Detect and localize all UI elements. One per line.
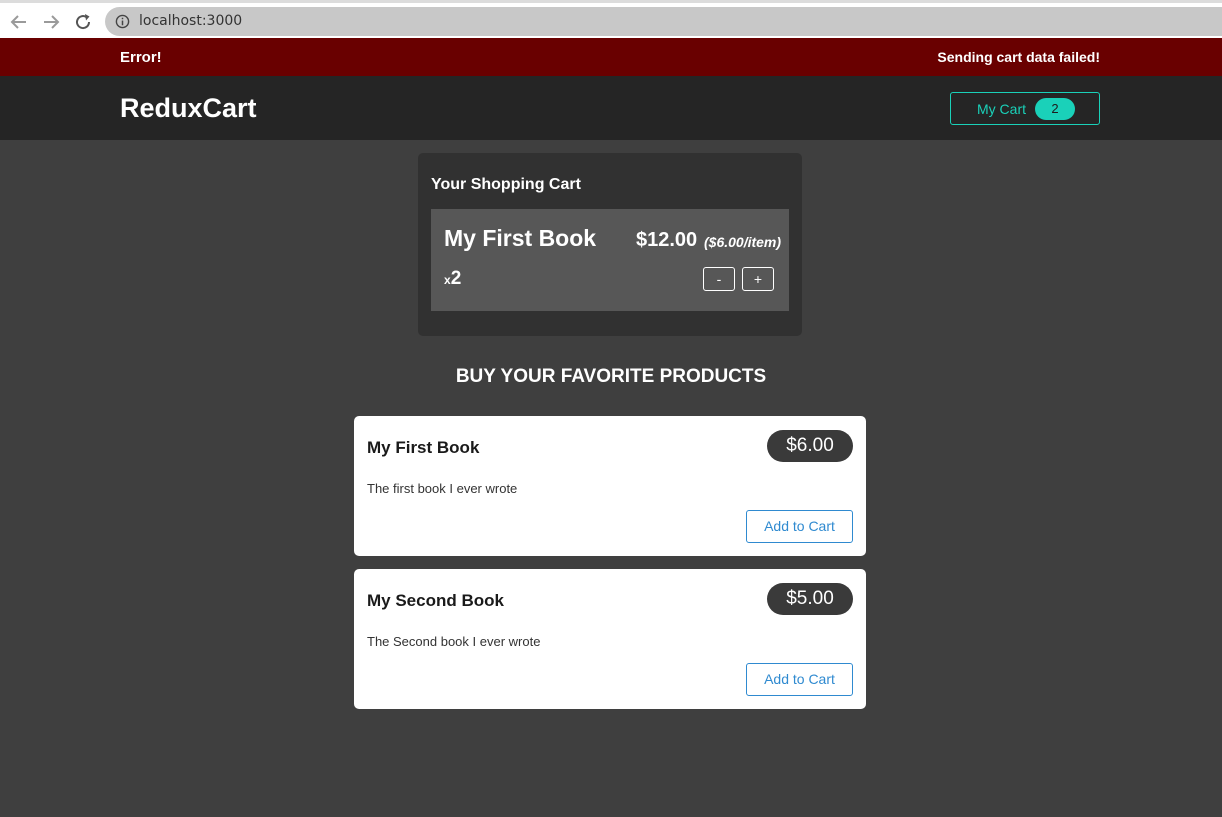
cart-item: My First Book $12.00 ($6.00/item) x2 - + — [431, 209, 789, 311]
product-description: The first book I ever wrote — [367, 481, 518, 496]
info-icon — [115, 14, 130, 29]
product-description: The Second book I ever wrote — [367, 634, 541, 649]
cart-item-title: My First Book — [444, 225, 597, 251]
price-badge: $6.00 — [767, 430, 853, 462]
my-cart-button[interactable]: My Cart 2 — [950, 92, 1100, 125]
product-title: My Second Book — [367, 591, 504, 610]
cart-heading: Your Shopping Cart — [431, 176, 581, 193]
increase-quantity-button[interactable]: + — [742, 267, 774, 291]
error-notification: Error! Sending cart data failed! — [0, 38, 1222, 76]
product-title: My First Book — [367, 438, 480, 457]
cart-button-label: My Cart — [977, 101, 1026, 117]
address-bar[interactable]: localhost:3000 — [105, 7, 1222, 36]
url-text[interactable]: localhost:3000 — [139, 13, 242, 29]
back-button[interactable] — [8, 11, 30, 33]
quantity-prefix: x — [444, 273, 451, 287]
cart-count-badge: 2 — [1035, 98, 1075, 120]
notification-title: Error! — [120, 49, 162, 66]
reload-icon — [76, 14, 91, 30]
decrease-quantity-button[interactable]: - — [703, 267, 735, 291]
cart-item-total: $12.00 — [636, 229, 698, 251]
product-card: My First Book $6.00 The first book I eve… — [354, 416, 866, 556]
product-card: My Second Book $5.00 The Second book I e… — [354, 569, 866, 709]
reload-button[interactable] — [72, 11, 94, 33]
products-heading: BUY YOUR FAVORITE PRODUCTS — [455, 366, 767, 387]
arrow-left-icon — [10, 15, 26, 29]
logo: ReduxCart — [120, 93, 257, 123]
cart-item-quantity: x2 — [444, 268, 461, 290]
browser-toolbar: localhost:3000 — [0, 0, 1222, 38]
shopping-cart: Your Shopping Cart My First Book $12.00 … — [418, 153, 802, 336]
cart-item-unit-price: ($6.00/item) — [704, 234, 782, 250]
add-to-cart-button[interactable]: Add to Cart — [746, 663, 853, 696]
app-header: ReduxCart My Cart 2 — [0, 76, 1222, 140]
notification-message: Sending cart data failed! — [937, 49, 1100, 65]
quantity-value: 2 — [450, 268, 462, 289]
price-badge: $5.00 — [767, 583, 853, 615]
arrow-right-icon — [44, 15, 60, 29]
add-to-cart-button[interactable]: Add to Cart — [746, 510, 853, 543]
forward-button[interactable] — [40, 11, 62, 33]
